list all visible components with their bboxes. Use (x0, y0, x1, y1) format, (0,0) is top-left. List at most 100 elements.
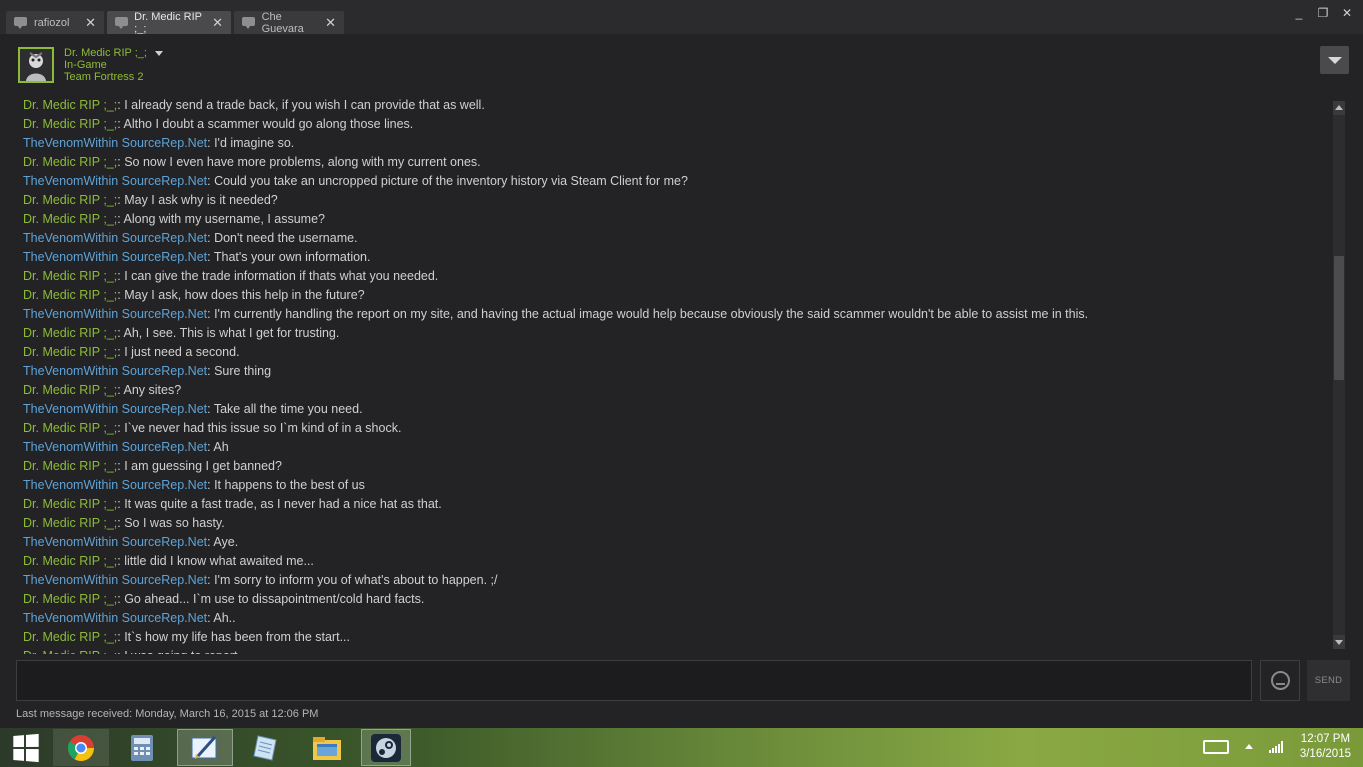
friend-header: Dr. Medic RIP ;_; In-Game Team Fortress … (0, 34, 1363, 94)
chat-message: Dr. Medic RIP ;_;: I already send a trad… (23, 98, 485, 112)
message-sender[interactable]: Dr. Medic RIP ;_; (23, 383, 117, 397)
message-text: So I was so hasty. (124, 516, 225, 530)
chevron-down-icon[interactable] (154, 50, 163, 56)
chat-message: Dr. Medic RIP ;_;: May I ask why is it n… (23, 193, 278, 207)
start-button[interactable] (4, 729, 46, 766)
close-icon[interactable]: ✕ (325, 16, 336, 29)
message-sender[interactable]: Dr. Medic RIP ;_; (23, 630, 117, 644)
chat-message: TheVenomWithin SourceRep.Net: Sure thing (23, 364, 272, 378)
close-icon[interactable]: ✕ (85, 16, 96, 29)
taskbar: 12:07 PM 3/16/2015 (0, 728, 1363, 767)
file-explorer-icon (313, 736, 341, 760)
calculator-icon (131, 734, 153, 761)
message-text: Sure thing (214, 364, 272, 378)
show-hidden-icons-icon[interactable] (1245, 744, 1253, 749)
chat-message: TheVenomWithin SourceRep.Net: Could you … (23, 174, 688, 188)
tab-label: Dr. Medic RIP ;_; (134, 10, 202, 35)
tab-1[interactable]: Dr. Medic RIP ;_; ✕ (107, 10, 231, 35)
message-sender[interactable]: TheVenomWithin SourceRep.Net (23, 364, 207, 378)
tab-2[interactable]: Che Guevara ✕ (234, 11, 344, 35)
emoticon-button[interactable] (1260, 660, 1300, 701)
message-sender[interactable]: Dr. Medic RIP ;_; (23, 193, 117, 207)
tab-0[interactable]: rafiozol ✕ (6, 11, 104, 34)
input-row: SEND (0, 654, 1363, 708)
message-sender[interactable]: TheVenomWithin SourceRep.Net (23, 250, 207, 264)
message-sender[interactable]: TheVenomWithin SourceRep.Net (23, 573, 207, 587)
steam-chat-window: rafiozol ✕ Dr. Medic RIP ;_; ✕ Che Guevara ✕ … (0, 0, 1363, 728)
message-text: I am guessing I get banned? (124, 459, 282, 473)
taskbar-chrome[interactable] (53, 729, 109, 766)
message-text: I'd imagine so. (214, 136, 295, 150)
scroll-down-icon[interactable] (1333, 635, 1345, 649)
chat-bubble-icon (242, 16, 256, 29)
restore-button[interactable]: ❐ (1317, 6, 1329, 20)
chat-message: TheVenomWithin SourceRep.Net: Take all t… (23, 402, 363, 416)
message-sender[interactable]: Dr. Medic RIP ;_; (23, 497, 117, 511)
chat-message: Dr. Medic RIP ;_;: Ah, I see. This is wh… (23, 326, 340, 340)
chat-message: TheVenomWithin SourceRep.Net: I'm curren… (23, 307, 1089, 321)
message-sender[interactable]: TheVenomWithin SourceRep.Net (23, 174, 207, 188)
taskbar-file-explorer[interactable] (299, 729, 355, 766)
chat-options-button[interactable] (1320, 46, 1349, 74)
chat-message: TheVenomWithin SourceRep.Net: That's you… (23, 250, 371, 264)
message-sender[interactable]: TheVenomWithin SourceRep.Net (23, 307, 207, 321)
message-text: It happens to the best of us (214, 478, 365, 492)
message-sender[interactable]: Dr. Medic RIP ;_; (23, 288, 117, 302)
message-sender[interactable]: Dr. Medic RIP ;_; (23, 421, 117, 435)
message-sender[interactable]: TheVenomWithin SourceRep.Net (23, 478, 207, 492)
message-sender[interactable]: Dr. Medic RIP ;_; (23, 554, 117, 568)
friend-name-label: Dr. Medic RIP ;_; (64, 47, 147, 59)
message-text: May I ask why is it needed? (124, 193, 278, 207)
chat-message: Dr. Medic RIP ;_;: Any sites? (23, 383, 182, 397)
chrome-icon (67, 734, 95, 761)
chat-message: Dr. Medic RIP ;_;: Go ahead... I`m use t… (23, 592, 425, 606)
clock-time: 12:07 PM (1300, 733, 1351, 745)
message-sender[interactable]: TheVenomWithin SourceRep.Net (23, 611, 207, 625)
keyboard-icon[interactable] (1203, 740, 1229, 754)
minimize-button[interactable]: _ (1293, 6, 1305, 20)
message-text: Ah.. (213, 611, 236, 625)
message-sender[interactable]: Dr. Medic RIP ;_; (23, 98, 117, 112)
taskbar-notepad[interactable] (237, 729, 293, 766)
chat-message: Dr. Medic RIP ;_;: I am guessing I get b… (23, 459, 282, 473)
chat-bubble-icon (14, 16, 28, 29)
chat-message: Dr. Medic RIP ;_;: It`s how my life has … (23, 630, 350, 644)
message-sender[interactable]: Dr. Medic RIP ;_; (23, 516, 117, 530)
message-sender[interactable]: Dr. Medic RIP ;_; (23, 326, 117, 340)
message-sender[interactable]: TheVenomWithin SourceRep.Net (23, 231, 207, 245)
message-sender[interactable]: TheVenomWithin SourceRep.Net (23, 402, 207, 416)
scroll-up-icon[interactable] (1333, 101, 1345, 115)
message-sender[interactable]: TheVenomWithin SourceRep.Net (23, 440, 207, 454)
close-icon[interactable]: ✕ (212, 16, 223, 29)
message-sender[interactable]: Dr. Medic RIP ;_; (23, 269, 117, 283)
message-sender[interactable]: Dr. Medic RIP ;_; (23, 459, 117, 473)
close-button[interactable]: ✕ (1341, 6, 1353, 20)
taskbar-calculator[interactable] (114, 729, 170, 766)
message-sender[interactable]: Dr. Medic RIP ;_; (23, 345, 117, 359)
chat-message: Dr. Medic RIP ;_;: So now I even have mo… (23, 155, 481, 169)
message-sender[interactable]: TheVenomWithin SourceRep.Net (23, 535, 207, 549)
chat-message: Dr. Medic RIP ;_;: Altho I doubt a scamm… (23, 117, 414, 131)
network-signal-icon[interactable] (1269, 741, 1283, 753)
taskbar-paint[interactable] (177, 729, 233, 766)
last-message-status: Last message received: Monday, March 16,… (16, 708, 319, 720)
message-sender[interactable]: Dr. Medic RIP ;_; (23, 155, 117, 169)
clock[interactable]: 12:07 PM 3/16/2015 (1300, 732, 1351, 762)
scroll-thumb[interactable] (1334, 256, 1344, 380)
message-text: Aye. (213, 535, 239, 549)
chat-input[interactable] (16, 660, 1252, 701)
message-text: So now I even have more problems, along … (124, 155, 481, 169)
chat-scrollbar[interactable] (1333, 101, 1345, 649)
chat-bubble-icon (115, 16, 129, 29)
message-sender[interactable]: Dr. Medic RIP ;_; (23, 212, 117, 226)
taskbar-steam[interactable] (361, 729, 411, 766)
friend-name[interactable]: Dr. Medic RIP ;_; (64, 47, 163, 59)
message-sender[interactable]: Dr. Medic RIP ;_; (23, 592, 117, 606)
message-sender[interactable]: TheVenomWithin SourceRep.Net (23, 136, 207, 150)
message-sender[interactable]: Dr. Medic RIP ;_; (23, 117, 117, 131)
message-text: Could you take an uncropped picture of t… (214, 174, 688, 188)
paint-icon (191, 735, 217, 759)
avatar[interactable] (18, 47, 54, 83)
send-button[interactable]: SEND (1307, 660, 1350, 701)
message-text: Ah (213, 440, 229, 454)
